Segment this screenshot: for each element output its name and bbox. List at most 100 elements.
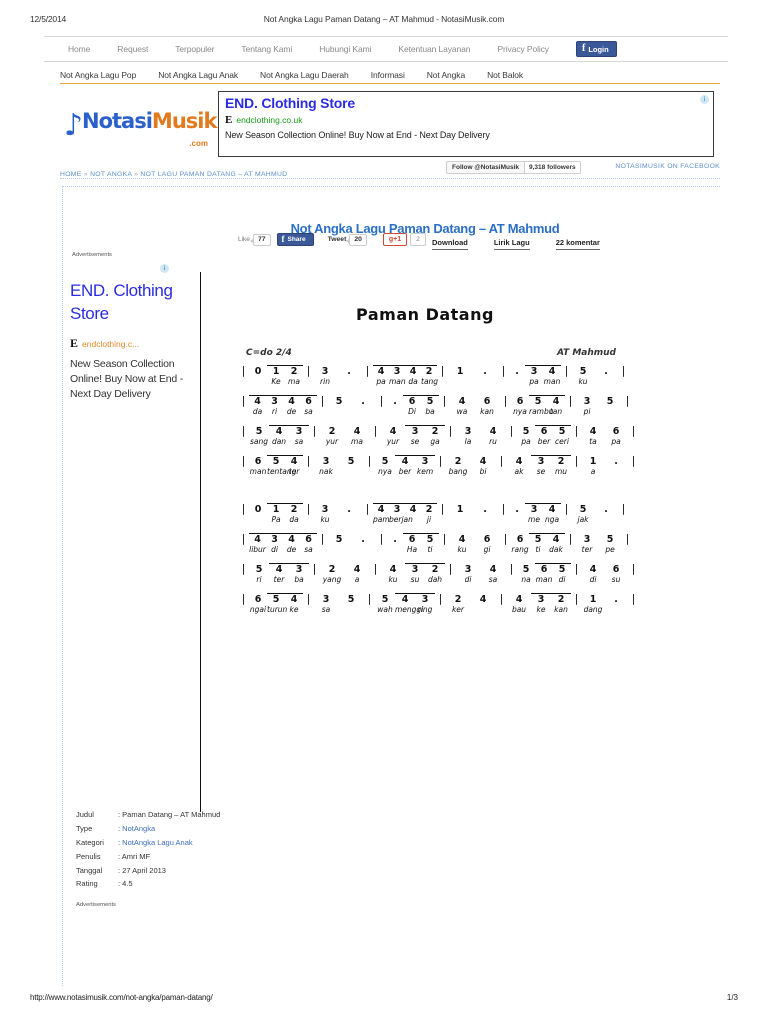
breadcrumb: HOME » NOT ANGKA » NOT LAGU PAMAN DATANG… [60,171,287,178]
header-ad-url[interactable]: endclothing.co.uk [236,115,302,125]
topnav-item-terpopuler[interactable]: Terpopuler [175,44,214,54]
catnav-item-not-angka-lagu-anak[interactable]: Not Angka Lagu Anak [158,70,238,80]
topnav-item-home[interactable]: Home [68,44,90,54]
note: 6 [403,395,421,407]
header-advertisement[interactable]: i END. Clothing Store E endclothing.co.u… [218,91,714,157]
header-divider [60,178,720,179]
facebook-icon: f [281,234,285,244]
action-link-22-komentar[interactable]: 22 komentar [555,238,600,250]
staff-line: | 4 3 4 6 | 5. |. 6 5 | 4 6 | 6 5 4 | 3 5 | da ri de sa Di ba wa kan… [210,392,640,422]
catnav-item-not-angka-lagu-pop[interactable]: Not Angka Lagu Pop [60,70,136,80]
lyric-syllable: ga [430,437,440,446]
content-top-divider [62,186,720,187]
site-logo[interactable]: ♪ NotasiMusik .com [64,103,217,149]
header-ad-title[interactable]: END. Clothing Store [225,95,707,111]
logo-musik: Musik [151,109,218,133]
note: 3 [415,593,435,605]
barline: | [312,562,317,575]
content-left-divider [62,186,63,986]
barline: | [442,532,447,545]
topnav-item-ketentuan-layanan[interactable]: Ketentuan Layanan [398,44,470,54]
lyric-syllable: ter [581,545,593,554]
metadata-key: Rating [76,879,98,889]
facebook-share-button[interactable]: f Share [276,233,314,246]
lyric-syllable: de [286,545,297,554]
note: 6 [254,456,262,467]
note: 4 [285,593,303,605]
lyric-syllable: ji [426,515,432,524]
metadata-value[interactable]: NotAngka [122,824,155,833]
facebook-login-label: Login [588,44,609,54]
note: . [515,366,519,377]
note: 5 [553,425,571,437]
lyric-syllable: se [536,467,546,476]
lyric-syllable: dan [271,437,287,446]
sidebar-ad-title[interactable]: END. Clothing Store [70,280,190,326]
note: 4 [547,533,565,545]
note: 2 [425,563,445,575]
action-link-lirik-lagu[interactable]: Lirik Lagu [493,238,530,250]
music-score: Paman Datang C=do 2/4 AT Mahmud | 0 1 2 | 3. |… [210,305,640,620]
note: 4 [285,455,303,467]
barline: | [574,592,579,605]
metadata-row: Penulis: Amri MF [76,850,220,864]
barline: | [320,394,325,407]
barline: | [564,364,569,377]
breadcrumb-item-1[interactable]: NOT ANGKA [90,171,132,178]
tweet-button[interactable]: Tweet [328,236,347,243]
sidebar-ad-info-icon[interactable]: i [160,264,169,273]
note: 3 [322,594,330,605]
catnav-item-informasi[interactable]: Informasi [371,70,405,80]
ad-info-icon[interactable]: i [700,95,709,104]
breadcrumb-item-0[interactable]: HOME [60,171,82,178]
catnav-item-not-angka[interactable]: Not Angka [427,70,465,80]
note: 3 [389,365,405,377]
lyric-syllable: pam [373,515,390,524]
metadata-value: Paman Datang – AT Mahmud [122,810,221,819]
lyric-syllable: yang [322,575,342,584]
note: . [347,366,351,377]
note: 6 [612,426,620,437]
barline: | [564,502,569,515]
note: 4 [395,593,415,605]
topnav-item-privacy-policy[interactable]: Privacy Policy [497,44,549,54]
note: . [515,504,519,515]
like-label[interactable]: Like [238,236,250,243]
metadata-value[interactable]: NotAngka Lagu Anak [122,838,192,847]
note: 5 [267,455,285,467]
twitter-follow-button[interactable]: Follow @NotasiMusik [446,161,526,174]
note: . [604,366,608,377]
twitter-follow-widget[interactable]: Follow @NotasiMusik 9,318 followers [446,161,581,174]
staff-line: | 5 4 3 | 2 4 | 4 3 2 | 3 4 | 5 6 5 | 4 6 | ri ter ba yang a ku su da… [210,560,640,590]
note: 5 [606,534,614,545]
barline: | [367,454,372,467]
lyric-syllable: sa [488,575,498,584]
lyric-syllable: ba [294,575,304,584]
topnav-item-hubungi-kami[interactable]: Hubungi Kami [319,44,371,54]
sidebar-advertisement[interactable]: i END. Clothing Store E endclothing.c...… [70,264,190,403]
lyric-syllable: man [389,377,406,386]
barline: | [241,424,246,437]
catnav-item-not-balok[interactable]: Not Balok [487,70,523,80]
barline: | [501,364,506,377]
action-link-download[interactable]: Download [432,238,468,250]
lyric-syllable: man [543,377,561,386]
score-composer: AT Mahmud [556,348,616,358]
facebook-login-button[interactable]: f Login [575,41,617,57]
twitter-follower-count[interactable]: 9,318 followers [525,161,581,174]
topnav-item-request[interactable]: Request [117,44,148,54]
breadcrumb-item-2[interactable]: NOT LAGU PAMAN DATANG – AT MAHMUD [140,171,287,178]
note: 3 [321,504,329,515]
lyric-syllable: pa [376,377,386,386]
note: 3 [583,396,591,407]
barline: | [448,562,453,575]
sidebar-ad-url[interactable]: endclothing.c... [82,339,139,349]
lyric-syllable: rang [511,545,529,554]
metadata-value: 4.5 [122,879,133,889]
topnav-item-tentang-kami[interactable]: Tentang Kami [241,44,292,54]
lyric-syllable: ber [398,467,412,476]
note: 2 [421,365,437,377]
metadata-key: Kategori [76,837,104,847]
google-plus-button[interactable]: g+1 [382,233,408,246]
catnav-item-not-angka-lagu-daerah[interactable]: Not Angka Lagu Daerah [260,70,349,80]
